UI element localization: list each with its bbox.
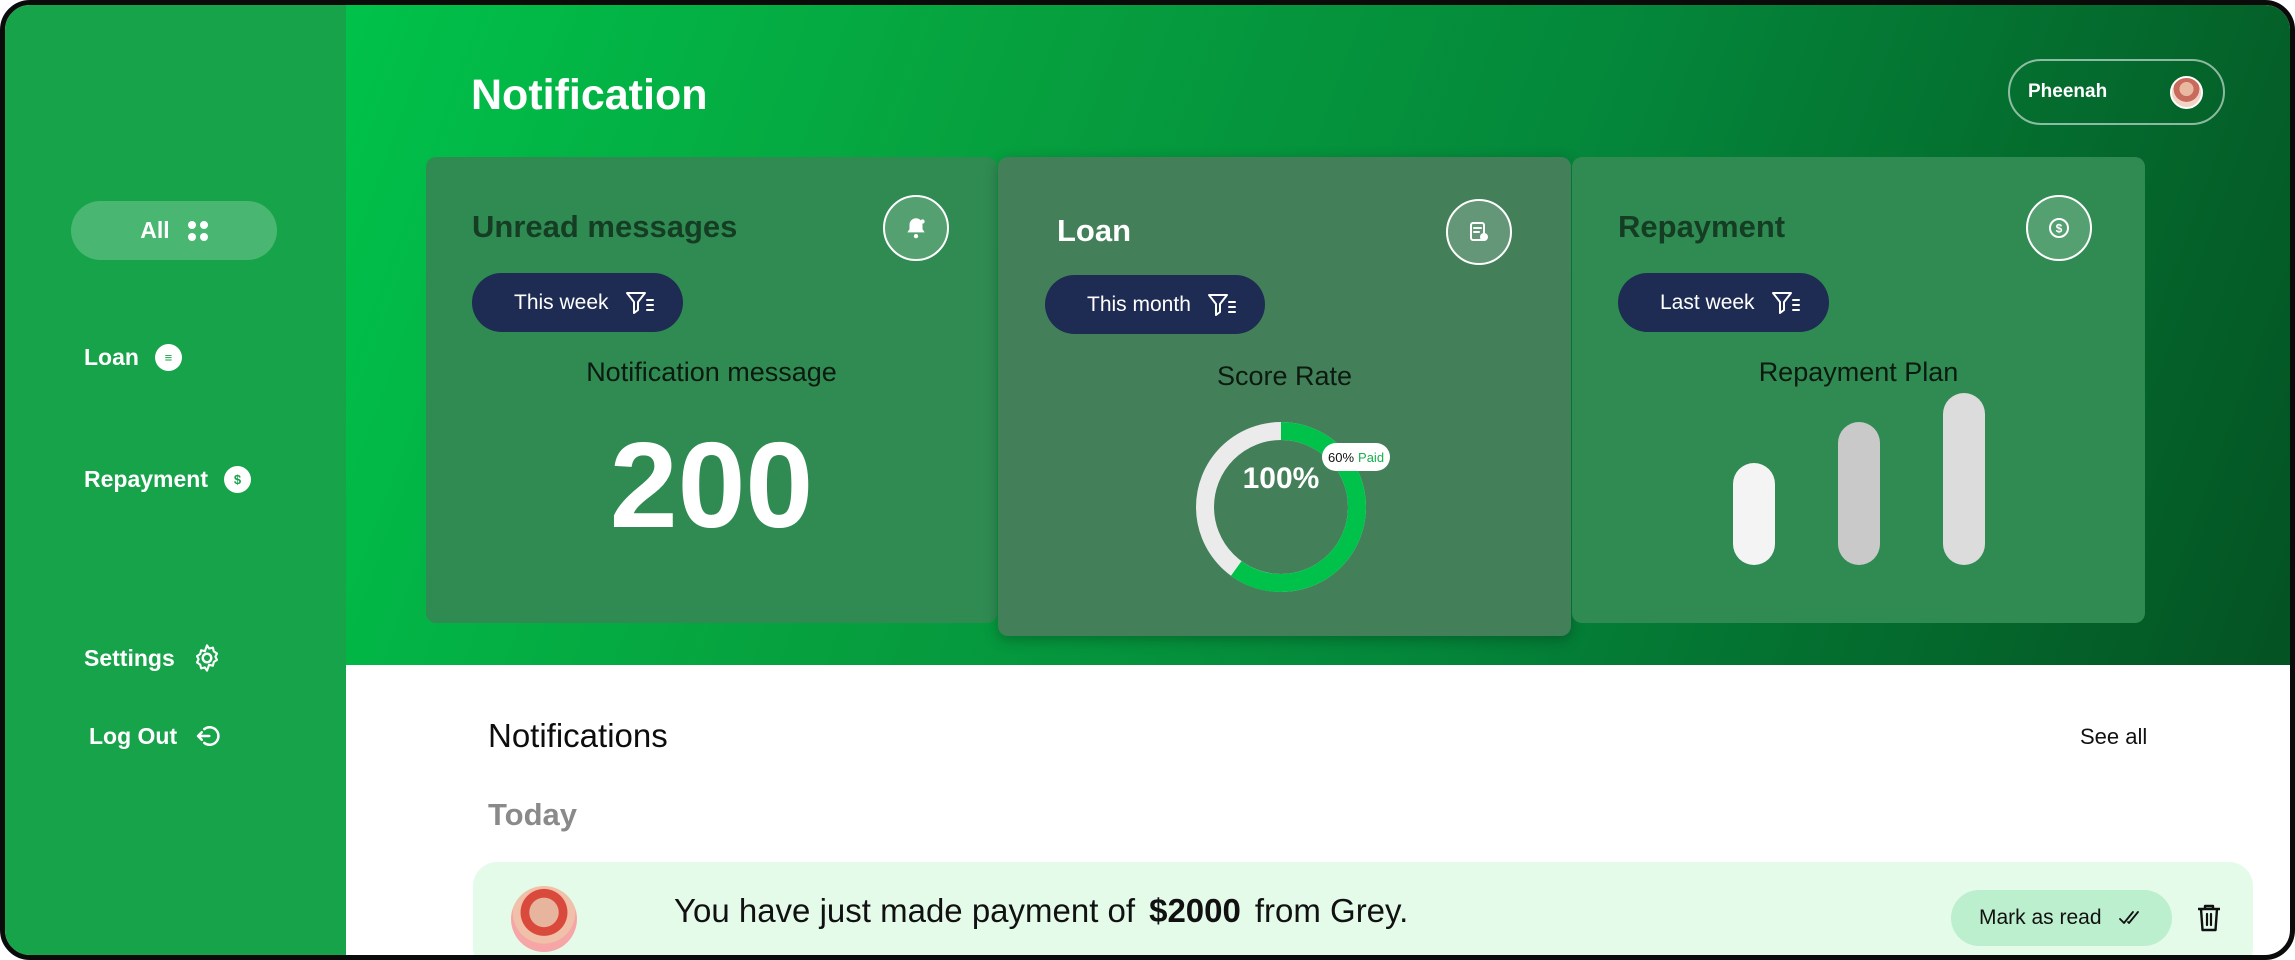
sidebar-item-all[interactable]: All bbox=[71, 201, 277, 260]
app-window: All Loan ≡ Repayment $ Settings Log Out bbox=[0, 0, 2295, 960]
repayment-bar bbox=[1943, 393, 1985, 565]
period-filter-button[interactable]: This month bbox=[1045, 275, 1265, 334]
mark-as-read-label: Mark as read bbox=[1979, 906, 2102, 929]
sidebar-item-logout[interactable]: Log Out bbox=[89, 721, 223, 751]
unread-count: 200 bbox=[609, 417, 814, 553]
sidebar: All Loan ≡ Repayment $ Settings Log Out bbox=[5, 5, 346, 955]
double-check-icon bbox=[2118, 911, 2139, 924]
loan-icon: ≡ bbox=[154, 344, 182, 371]
bell-icon[interactable] bbox=[883, 195, 949, 261]
paid-label: Paid bbox=[1358, 449, 1385, 465]
sidebar-item-label: Repayment bbox=[84, 466, 208, 492]
unread-messages-card: Unread messages This week Notification m… bbox=[426, 157, 997, 623]
page-title: Notification bbox=[471, 71, 708, 119]
notification-amount: $2000 bbox=[1149, 892, 1241, 929]
section-label: Notification message bbox=[586, 357, 837, 387]
document-glyph bbox=[1470, 222, 1488, 241]
user-name: Pheenah bbox=[2028, 81, 2108, 102]
filter-label: This month bbox=[1087, 292, 1191, 316]
sidebar-item-repayment[interactable]: Repayment $ bbox=[84, 466, 251, 493]
repayment-bars bbox=[1572, 157, 2145, 623]
user-menu[interactable]: Pheenah bbox=[2008, 59, 2225, 125]
group-heading: Today bbox=[488, 797, 577, 832]
trash-icon[interactable] bbox=[2195, 902, 2223, 934]
sidebar-item-loan[interactable]: Loan ≡ bbox=[84, 344, 182, 371]
notification-text-before: You have just made payment of bbox=[674, 892, 1136, 929]
avatar bbox=[511, 886, 577, 952]
notification-text: You have just made payment of $2000 from G… bbox=[674, 892, 1408, 930]
see-all-link[interactable]: See all bbox=[2080, 724, 2147, 750]
sidebar-item-settings[interactable]: Settings bbox=[84, 642, 223, 674]
dollar-icon: $ bbox=[223, 466, 251, 493]
repayment-card: Repayment $ Last week Repayment Plan bbox=[1572, 157, 2145, 623]
loan-card: Loan This month Score Rate 100% 60% Paid bbox=[998, 157, 1571, 636]
notification-text-after: from Grey. bbox=[1254, 892, 1409, 929]
filter-label: This week bbox=[514, 290, 609, 314]
repayment-bar bbox=[1733, 463, 1775, 565]
sidebar-item-label: Log Out bbox=[89, 722, 178, 749]
loan-icon[interactable] bbox=[1446, 199, 1512, 265]
section-label: Score Rate bbox=[1216, 361, 1353, 391]
bell-glyph bbox=[907, 218, 925, 239]
logout-icon bbox=[196, 726, 220, 746]
paid-badge: 60% Paid bbox=[1322, 443, 1391, 471]
sidebar-item-label: Settings bbox=[84, 644, 175, 671]
filter-icon bbox=[625, 291, 654, 314]
mark-as-read-button[interactable]: Mark as read bbox=[1951, 890, 2172, 946]
sidebar-item-label: Loan bbox=[84, 344, 139, 370]
card-title: Loan bbox=[1057, 213, 1132, 248]
paid-percent: 60% bbox=[1328, 449, 1355, 465]
gear-icon bbox=[195, 644, 218, 672]
sidebar-item-label: All bbox=[140, 217, 170, 243]
period-filter-button[interactable]: This week bbox=[472, 273, 683, 332]
grid-icon bbox=[187, 220, 208, 241]
notifications-heading: Notifications bbox=[488, 717, 668, 754]
repayment-bar bbox=[1838, 422, 1880, 565]
filter-icon bbox=[1207, 293, 1236, 316]
score-donut bbox=[1196, 422, 1366, 592]
card-title: Unread messages bbox=[472, 209, 738, 244]
notification-item[interactable]: You have just made payment of $2000 from G… bbox=[473, 862, 2253, 955]
avatar bbox=[2170, 75, 2203, 109]
